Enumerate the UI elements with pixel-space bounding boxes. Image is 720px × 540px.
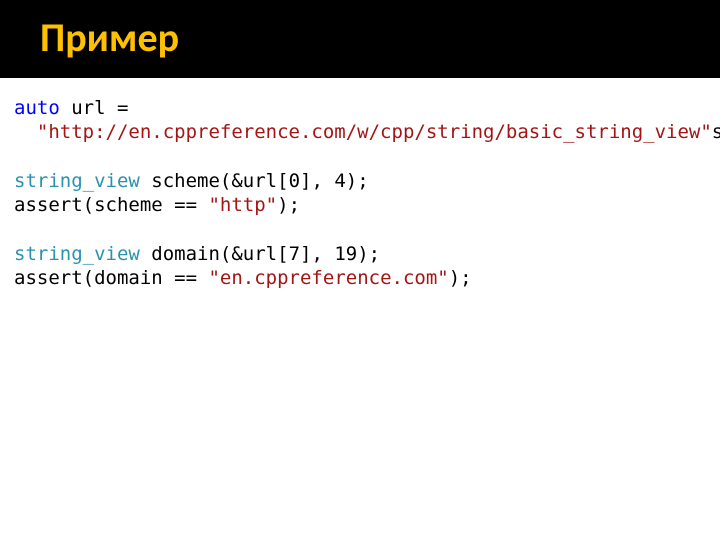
number-literal: 19 [334, 243, 357, 265]
code-text: ); [449, 267, 472, 289]
slide-title: Пример [40, 16, 720, 60]
slide: Пример auto url = "http://en.cppreferenc… [0, 0, 720, 540]
type-string-view: string_view [14, 243, 140, 265]
string-literal: "en.cppreference.com" [208, 267, 448, 289]
string-literal: "http" [208, 194, 277, 216]
number-literal: 4 [334, 170, 345, 192]
keyword-auto: auto [14, 97, 60, 119]
code-line-5: assert(scheme == "http"); [14, 194, 300, 216]
code-text: url = [60, 97, 129, 119]
assert-call: assert [14, 194, 83, 216]
string-literal: "http://en.cppreference.com/w/cpp/string… [37, 121, 712, 143]
assert-call: assert [14, 267, 83, 289]
code-text: ); [346, 170, 369, 192]
code-text: ); [357, 243, 380, 265]
title-bar: Пример [0, 0, 720, 78]
code-line-2: "http://en.cppreference.com/w/cpp/string… [14, 121, 720, 143]
code-line-8: assert(domain == "en.cppreference.com"); [14, 267, 472, 289]
code-text: ); [277, 194, 300, 216]
number-literal: 7 [289, 243, 300, 265]
code-line-7: string_view domain(&url[7], 19); [14, 243, 380, 265]
code-text: domain(&url[ [140, 243, 289, 265]
code-line-4: string_view scheme(&url[0], 4); [14, 170, 369, 192]
code-text: (domain == [83, 267, 209, 289]
type-string-view: string_view [14, 170, 140, 192]
code-example: auto url = "http://en.cppreference.com/w… [0, 78, 720, 291]
code-line-1: auto url = [14, 97, 128, 119]
code-text: ], [300, 243, 334, 265]
code-text: s; [712, 121, 720, 143]
code-text: scheme(&url[ [140, 170, 289, 192]
indent [14, 121, 37, 143]
code-text: ], [300, 170, 334, 192]
code-text: (scheme == [83, 194, 209, 216]
number-literal: 0 [289, 170, 300, 192]
